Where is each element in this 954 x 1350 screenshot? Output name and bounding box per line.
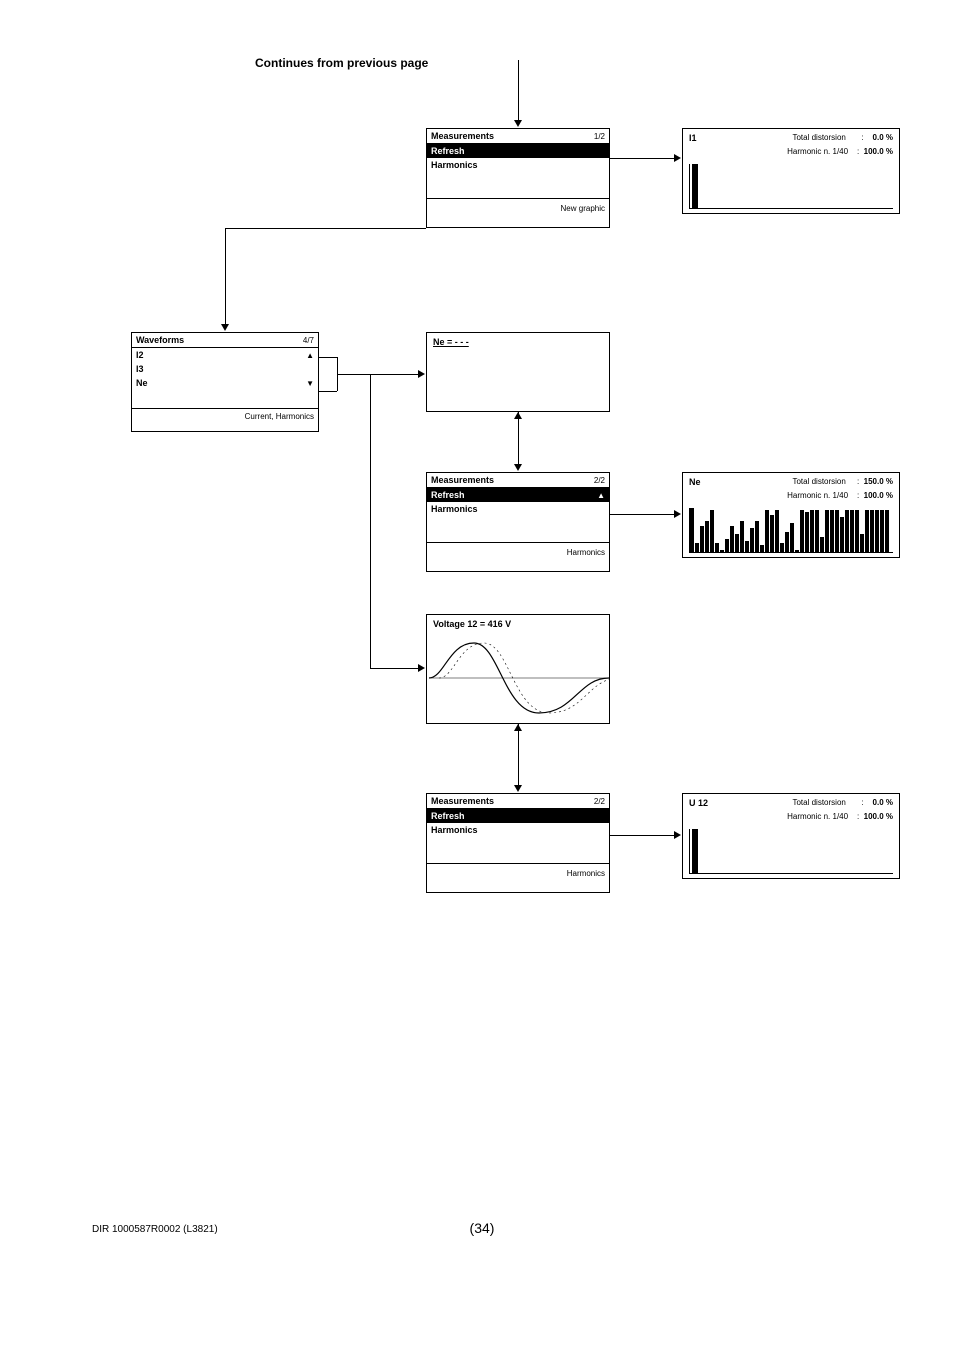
graph-i1-l1a: Total distorsion bbox=[792, 133, 845, 142]
graph-ne-l2c: 100.0 % bbox=[864, 491, 893, 500]
arrowhead-ne-meas2-d bbox=[514, 464, 522, 471]
meas1-caption: New graphic bbox=[561, 204, 605, 213]
waveforms-page: 4/7 bbox=[303, 336, 314, 345]
graph-u12-l2c: 100.0 % bbox=[864, 812, 893, 821]
meas1-harmonics-label: Harmonics bbox=[431, 160, 478, 170]
graph-i1: I1 Total distorsion : 0.0 % Harmonic n. … bbox=[682, 128, 900, 214]
voltage-wave-svg bbox=[429, 637, 609, 719]
arrow-wave-stub1 bbox=[319, 357, 337, 358]
graph-ne-l2a: Harmonic n. 1/40 bbox=[787, 491, 848, 500]
waveforms-box: Waveforms 4/7 I2 ▲ I3 Ne ▼ Current, Harm… bbox=[131, 332, 319, 432]
measurements-box-2: Measurements 2/2 Refresh ▲ Harmonics Har… bbox=[426, 472, 610, 572]
waveforms-ne-label: Ne bbox=[136, 378, 148, 388]
graph-ne-l1b: : bbox=[857, 477, 859, 486]
graph-i1-l2b: : bbox=[857, 147, 859, 156]
page-footer-center: (34) bbox=[452, 1220, 512, 1236]
arrowhead-wave-ne bbox=[418, 370, 425, 378]
meas2-title: Measurements bbox=[431, 475, 494, 485]
waveforms-item-ne[interactable]: Ne ▼ bbox=[132, 376, 318, 390]
waveforms-up-icon: ▲ bbox=[306, 351, 314, 360]
arrow-wave-volt-h bbox=[370, 668, 418, 669]
graph-ne: Ne Total distorsion : 150.0 % Harmonic n… bbox=[682, 472, 900, 558]
meas1-page: 1/2 bbox=[594, 132, 605, 141]
arrowhead-wave-volt bbox=[418, 664, 425, 672]
arrowhead-meas3-u12 bbox=[674, 831, 681, 839]
arrow-wave-ne bbox=[337, 374, 418, 375]
arrowhead-volt-meas3-d bbox=[514, 785, 522, 792]
graph-i1-l2a: Harmonic n. 1/40 bbox=[787, 147, 848, 156]
graph-i1-chart bbox=[689, 164, 893, 209]
arrow-wave-stub2 bbox=[319, 391, 337, 392]
graph-u12-l2b: : bbox=[857, 812, 859, 821]
waveforms-item-i3[interactable]: I3 bbox=[132, 362, 318, 376]
meas2-page: 2/2 bbox=[594, 476, 605, 485]
graph-i1-l2c: 100.0 % bbox=[864, 147, 893, 156]
meas2-harmonics-label: Harmonics bbox=[431, 504, 478, 514]
arrow-meas3-u12 bbox=[610, 835, 674, 836]
meas2-up-icon: ▲ bbox=[597, 491, 605, 500]
waveforms-title: Waveforms bbox=[136, 335, 184, 345]
ne-empty-title: Ne = - - - bbox=[427, 333, 609, 351]
voltage-wave-title: Voltage 12 = 416 V bbox=[427, 615, 609, 633]
arrowhead-meas1-i1 bbox=[674, 154, 681, 162]
waveforms-i2-label: I2 bbox=[136, 350, 144, 360]
graph-u12-l1a: Total distorsion bbox=[792, 798, 845, 807]
arrowhead-meas2-negraph bbox=[674, 510, 681, 518]
waveforms-i3-label: I3 bbox=[136, 364, 144, 374]
arrowhead-in-top bbox=[514, 120, 522, 127]
meas1-title: Measurements bbox=[431, 131, 494, 141]
meas3-harmonics[interactable]: Harmonics bbox=[427, 823, 609, 837]
voltage-wave-box: Voltage 12 = 416 V bbox=[426, 614, 610, 724]
arrow-ne-meas2 bbox=[518, 412, 519, 464]
arrow-wave-volt-v bbox=[370, 374, 371, 668]
graph-i1-l1c: 0.0 % bbox=[873, 133, 893, 142]
graph-i1-title: I1 bbox=[689, 133, 697, 143]
page-footer-left: DIR 1000587R0002 (L3821) bbox=[92, 1224, 218, 1235]
graph-u12-chart bbox=[689, 829, 893, 874]
graph-u12: U 12 Total distorsion : 0.0 % Harmonic n… bbox=[682, 793, 900, 879]
meas1-refresh[interactable]: Refresh bbox=[427, 144, 609, 158]
meas3-page: 2/2 bbox=[594, 797, 605, 806]
arrowhead-ne-meas2-u bbox=[514, 412, 522, 419]
waveforms-down-icon: ▼ bbox=[306, 379, 314, 388]
graph-ne-l1c: 150.0 % bbox=[864, 477, 893, 486]
meas2-harmonics[interactable]: Harmonics bbox=[427, 502, 609, 516]
waveforms-caption: Current, Harmonics bbox=[245, 412, 314, 421]
graph-ne-chart bbox=[689, 508, 893, 553]
meas2-caption: Harmonics bbox=[567, 548, 605, 557]
measurements-box-1: Measurements 1/2 Refresh Harmonics New g… bbox=[426, 128, 610, 228]
arrowhead-branch1 bbox=[221, 324, 229, 331]
meas3-refresh-label: Refresh bbox=[431, 811, 465, 821]
waveforms-item-i2[interactable]: I2 ▲ bbox=[132, 348, 318, 362]
arrow-volt-meas3 bbox=[518, 724, 519, 785]
arrow-branch1-v bbox=[225, 228, 226, 324]
arrow-meas2-negraph bbox=[610, 514, 674, 515]
graph-u12-l2a: Harmonic n. 1/40 bbox=[787, 812, 848, 821]
graph-u12-l1b: : bbox=[861, 798, 863, 807]
meas3-harmonics-label: Harmonics bbox=[431, 825, 478, 835]
meas2-refresh-label: Refresh bbox=[431, 490, 465, 500]
arrow-meas1-i1 bbox=[610, 158, 674, 159]
continues-label: Continues from previous page bbox=[255, 56, 428, 70]
measurements-box-3: Measurements 2/2 Refresh Harmonics Harmo… bbox=[426, 793, 610, 893]
meas3-title: Measurements bbox=[431, 796, 494, 806]
arrow-branch1-h bbox=[225, 228, 426, 229]
graph-ne-title: Ne bbox=[689, 477, 701, 487]
graph-u12-title: U 12 bbox=[689, 798, 708, 808]
meas1-harmonics[interactable]: Harmonics bbox=[427, 158, 609, 172]
arrow-in-top bbox=[518, 60, 519, 120]
arrowhead-volt-meas3-u bbox=[514, 724, 522, 731]
graph-u12-l1c: 0.0 % bbox=[873, 798, 893, 807]
graph-ne-l2b: : bbox=[857, 491, 859, 500]
meas3-caption: Harmonics bbox=[567, 869, 605, 878]
graph-i1-l1b: : bbox=[861, 133, 863, 142]
meas1-refresh-label: Refresh bbox=[431, 146, 465, 156]
meas3-refresh[interactable]: Refresh bbox=[427, 809, 609, 823]
graph-ne-l1a: Total distorsion bbox=[792, 477, 845, 486]
arrow-wave-stub-join bbox=[337, 357, 338, 391]
ne-empty-box: Ne = - - - bbox=[426, 332, 610, 412]
meas2-refresh[interactable]: Refresh ▲ bbox=[427, 488, 609, 502]
